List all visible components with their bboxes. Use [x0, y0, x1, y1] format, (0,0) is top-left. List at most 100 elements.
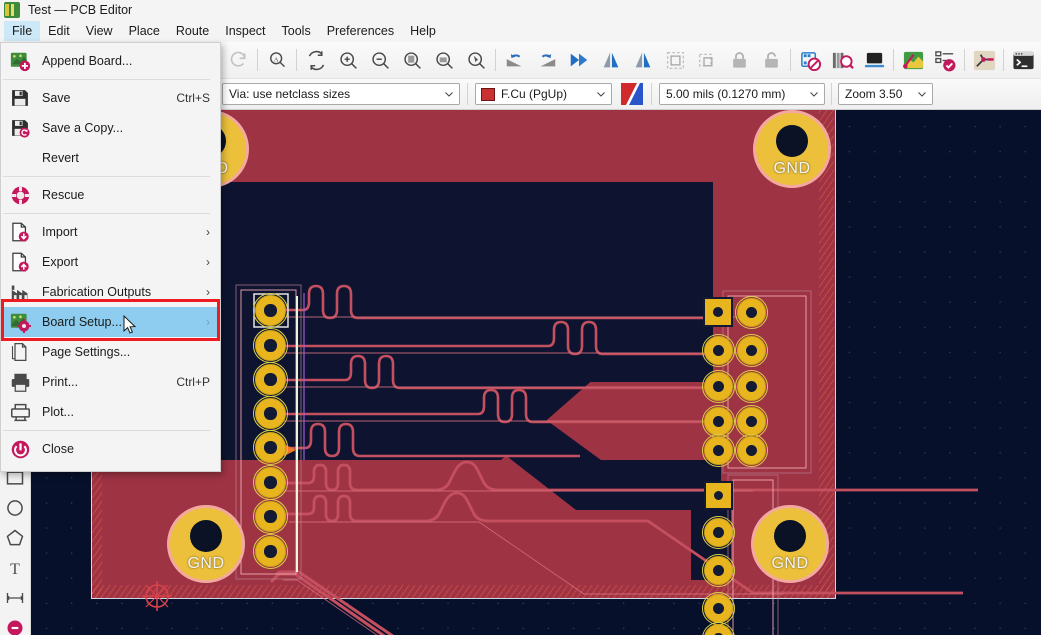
add-polygon-icon[interactable] — [1, 523, 29, 552]
mounting-hole-gnd[interactable]: 1 GND — [751, 505, 829, 583]
menu-item-revert[interactable]: Revert — [1, 143, 220, 173]
pad[interactable] — [735, 405, 768, 438]
menu-item-export[interactable]: Export › — [1, 247, 220, 277]
menu-inspect[interactable]: Inspect — [217, 21, 273, 41]
find-icon[interactable]: A — [261, 44, 293, 77]
menu-separator — [3, 430, 210, 431]
via-size-select[interactable]: Via: use netclass sizes — [222, 83, 460, 105]
chevron-down-icon — [445, 92, 453, 97]
pad[interactable] — [253, 396, 288, 431]
menu-item-board-setup[interactable]: Board Setup... › — [1, 307, 220, 337]
update-pcb-from-schematic-icon[interactable] — [897, 44, 929, 77]
unlock-icon[interactable] — [755, 44, 787, 77]
mounting-hole-gnd[interactable]: 1 GND — [167, 505, 245, 583]
menu-item-save-a-copy[interactable]: Save a Copy... — [1, 113, 220, 143]
menu-bar: File Edit View Place Route Inspect Tools… — [0, 20, 1041, 42]
pad[interactable] — [702, 554, 735, 587]
menu-item-import[interactable]: Import › — [1, 217, 220, 247]
menu-item-close[interactable]: Close — [1, 434, 220, 464]
refresh-icon[interactable] — [300, 44, 332, 77]
toolbar-separator — [1003, 49, 1004, 71]
footprint-library-browser-icon[interactable] — [826, 44, 858, 77]
pad[interactable] — [253, 328, 288, 363]
pad[interactable] — [735, 370, 768, 403]
menu-item-label: Fabrication Outputs — [42, 285, 152, 299]
menu-route[interactable]: Route — [168, 21, 217, 41]
menu-item-label: Revert — [42, 151, 79, 165]
run-drc-icon[interactable] — [929, 44, 961, 77]
drill-place-origin-marker — [142, 581, 172, 611]
pad[interactable] — [253, 293, 288, 328]
menu-item-print[interactable]: Print... Ctrl+P — [1, 367, 220, 397]
lock-icon[interactable] — [723, 44, 755, 77]
zoom-select[interactable]: Zoom 3.50 — [838, 83, 933, 105]
mirror-vertical-icon[interactable] — [595, 44, 627, 77]
menu-tools[interactable]: Tools — [274, 21, 319, 41]
grid-select[interactable]: 5.00 mils (0.1270 mm) — [659, 83, 825, 105]
menu-item-label: Plot... — [42, 405, 74, 419]
add-text-icon[interactable]: T — [1, 553, 29, 582]
zoom-in-icon[interactable] — [332, 44, 364, 77]
view-3d-icon[interactable] — [858, 44, 890, 77]
redo-refresh-icon[interactable] — [222, 44, 254, 77]
ungroup-icon[interactable] — [691, 44, 723, 77]
menu-item-append-board[interactable]: Append Board... — [1, 46, 220, 76]
pad[interactable] — [702, 370, 735, 403]
pad[interactable] — [702, 434, 735, 467]
zoom-fit-page-icon[interactable] — [396, 44, 428, 77]
menu-item-rescue[interactable]: Rescue — [1, 180, 220, 210]
delete-tool-icon[interactable] — [1, 613, 29, 635]
layer-pair-icon[interactable] — [620, 82, 644, 106]
zoom-fit-objects-icon[interactable] — [428, 44, 460, 77]
menu-file[interactable]: File — [4, 21, 41, 41]
append-board-icon — [9, 50, 31, 72]
mounting-hole-gnd[interactable]: 1 GND — [753, 110, 831, 188]
pad[interactable] — [702, 592, 735, 625]
active-layer-select[interactable]: F.Cu (PgUp) — [475, 83, 612, 105]
pad[interactable] — [735, 296, 768, 329]
pad[interactable] — [735, 434, 768, 467]
footprint-editor-icon[interactable] — [794, 44, 826, 77]
pad[interactable] — [702, 334, 735, 367]
mounting-hole-net: GND — [771, 554, 809, 572]
pad[interactable] — [253, 465, 288, 500]
rotate-cw-icon[interactable] — [531, 44, 563, 77]
menu-item-plot[interactable]: Plot... — [1, 397, 220, 427]
menu-view[interactable]: View — [78, 21, 121, 41]
active-layer-value: F.Cu (PgUp) — [501, 87, 568, 101]
menu-place[interactable]: Place — [121, 21, 168, 41]
submenu-arrow-icon: › — [206, 225, 210, 239]
menu-preferences[interactable]: Preferences — [319, 21, 402, 41]
pad[interactable] — [702, 622, 735, 635]
rotate-ccw-icon[interactable] — [499, 44, 531, 77]
add-circle-icon[interactable] — [1, 493, 29, 522]
pad[interactable] — [702, 516, 735, 549]
pad[interactable] — [253, 430, 288, 465]
file-menu-popup[interactable]: Append Board... Save Ctrl+S Save a Copy.… — [0, 42, 221, 472]
pad[interactable] — [253, 362, 288, 397]
pad[interactable] — [253, 534, 288, 569]
menu-edit[interactable]: Edit — [40, 21, 78, 41]
save-copy-icon — [9, 117, 31, 139]
menu-item-label: Export — [42, 255, 79, 269]
pad[interactable] — [702, 405, 735, 438]
menu-help[interactable]: Help — [402, 21, 444, 41]
pad[interactable] — [253, 499, 288, 534]
window-title: Test — PCB Editor — [28, 3, 133, 17]
pad-1[interactable] — [703, 297, 733, 327]
pad[interactable] — [735, 334, 768, 367]
scripting-console-icon[interactable] — [1007, 44, 1039, 77]
zoom-selection-icon[interactable] — [460, 44, 492, 77]
menu-item-fabrication-outputs[interactable]: Fabrication Outputs › — [1, 277, 220, 307]
net-inspector-icon[interactable] — [968, 44, 1000, 77]
zoom-out-icon[interactable] — [364, 44, 396, 77]
flip-horizontal-icon[interactable] — [563, 44, 595, 77]
menu-item-label: Import — [42, 225, 78, 239]
pad-1[interactable] — [704, 481, 733, 510]
group-icon[interactable] — [659, 44, 691, 77]
mirror-horizontal-icon[interactable] — [627, 44, 659, 77]
plot-icon — [9, 401, 31, 423]
add-dimension-icon[interactable] — [1, 583, 29, 612]
menu-item-save[interactable]: Save Ctrl+S — [1, 83, 220, 113]
menu-item-page-settings[interactable]: Page Settings... — [1, 337, 220, 367]
